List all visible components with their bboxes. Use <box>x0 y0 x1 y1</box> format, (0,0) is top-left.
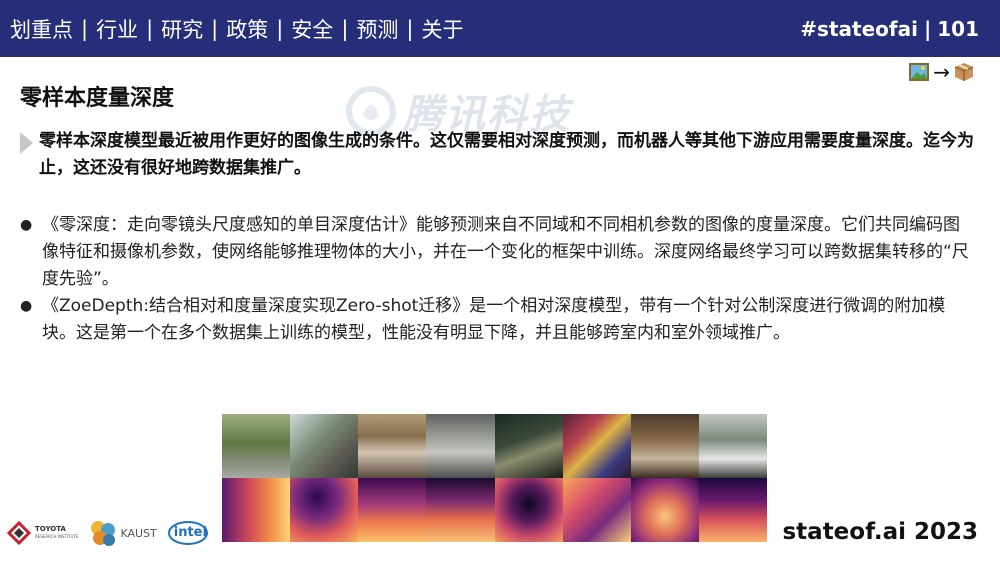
photo-colorful-room <box>562 414 631 478</box>
top-navigation-bar: 划重点 | 行业 | 研究 | 政策 | 安全 | 预测 | 关于 #state… <box>0 0 1000 57</box>
image-to-3d-indicator: → <box>909 60 974 84</box>
photo-sculpture <box>426 414 495 478</box>
lead-text: 零样本深度模型最近被用作更好的图像生成的条件。这仅需要相对深度预测，而机器人等其… <box>39 131 974 178</box>
nav-item-highlights[interactable]: 划重点 <box>10 14 73 44</box>
slide-brand: #stateofai | 101 <box>800 0 979 57</box>
nav-separator: | <box>211 16 219 41</box>
nav-item-research[interactable]: 研究 <box>161 14 203 44</box>
image-icon <box>909 63 930 81</box>
kaust-logo-text: KAUST <box>120 526 157 540</box>
footer-brand: stateof.ai 2023 <box>782 519 978 545</box>
brand-tag: #stateofai <box>800 16 918 41</box>
nav-separator: | <box>276 16 284 41</box>
toyota-logo-subtext: RESEARCH INSTITUTE <box>35 534 79 539</box>
bullet-text: 《ZoeDepth:结合相对和度量深度实现Zero-shot迁移》是一个相对深度… <box>42 296 946 343</box>
kaust-logo: KAUST <box>88 518 157 548</box>
slide-title: 零样本度量深度 <box>20 86 175 111</box>
photo-street-plants <box>222 414 291 478</box>
nav-item-safety[interactable]: 安全 <box>291 14 333 44</box>
lead-statement: 零样本深度模型最近被用作更好的图像生成的条件。这仅需要相对深度预测，而机器人等其… <box>20 128 980 182</box>
toyota-logo-icon <box>6 520 32 546</box>
nav-item-policy[interactable]: 政策 <box>226 14 268 44</box>
nav-item-predictions[interactable]: 预测 <box>356 14 398 44</box>
kaust-logo-icon <box>91 521 116 546</box>
bullet-text: 《零深度：走向零镜头尺度感知的单目深度估计》能够预测来自不同域和不同相机参数的图… <box>42 215 969 289</box>
depth-examples-figure <box>222 414 767 542</box>
photo-tree-building <box>630 414 699 478</box>
bullet-marker: ● <box>20 217 33 233</box>
depth-map-dark-room <box>494 478 563 542</box>
depth-map-crosswalk <box>698 478 767 542</box>
nav-separator: | <box>146 16 154 41</box>
toyota-logo: TOYOTA RESEARCH INSTITUTE <box>6 520 78 546</box>
depth-map-auditorium <box>358 478 427 542</box>
bullet-item: ● 《ZoeDepth:结合相对和度量深度实现Zero-shot迁移》是一个相对… <box>20 293 975 347</box>
nav-separator: | <box>81 16 89 41</box>
bullet-item: ● 《零深度：走向零镜头尺度感知的单目深度估计》能够预测来自不同域和不同相机参数… <box>20 212 975 293</box>
page-number: 101 <box>937 16 979 41</box>
nav-separator: | <box>341 16 349 41</box>
photo-crosswalk <box>698 414 767 478</box>
intel-logo-text: intel <box>173 525 207 540</box>
partner-logos: TOYOTA RESEARCH INSTITUTE KAUST intel <box>6 518 209 548</box>
lead-marker-icon <box>20 132 33 154</box>
depth-map-walkway <box>290 478 359 542</box>
depth-map-street-plants <box>222 478 291 542</box>
photo-walkway <box>290 414 359 478</box>
toyota-logo-text: TOYOTA <box>35 525 66 533</box>
depth-map-colorful-room <box>562 478 631 542</box>
photo-auditorium <box>358 414 427 478</box>
bullet-marker: ● <box>20 298 33 314</box>
nav-separator: | <box>406 16 414 41</box>
nav-item-industry[interactable]: 行业 <box>96 14 138 44</box>
photo-dark-room <box>494 414 563 478</box>
arrow-icon: → <box>933 60 950 84</box>
depth-map-sculpture <box>426 478 495 542</box>
brand-separator: | <box>923 16 932 41</box>
intel-logo: intel <box>167 519 209 547</box>
nav-menu: 划重点 | 行业 | 研究 | 政策 | 安全 | 预测 | 关于 <box>10 14 463 44</box>
bullet-list: ● 《零深度：走向零镜头尺度感知的单目深度估计》能够预测来自不同域和不同相机参数… <box>20 212 975 347</box>
nav-item-about[interactable]: 关于 <box>421 14 463 44</box>
package-icon <box>954 63 974 81</box>
depth-map-tree-building <box>630 478 699 542</box>
